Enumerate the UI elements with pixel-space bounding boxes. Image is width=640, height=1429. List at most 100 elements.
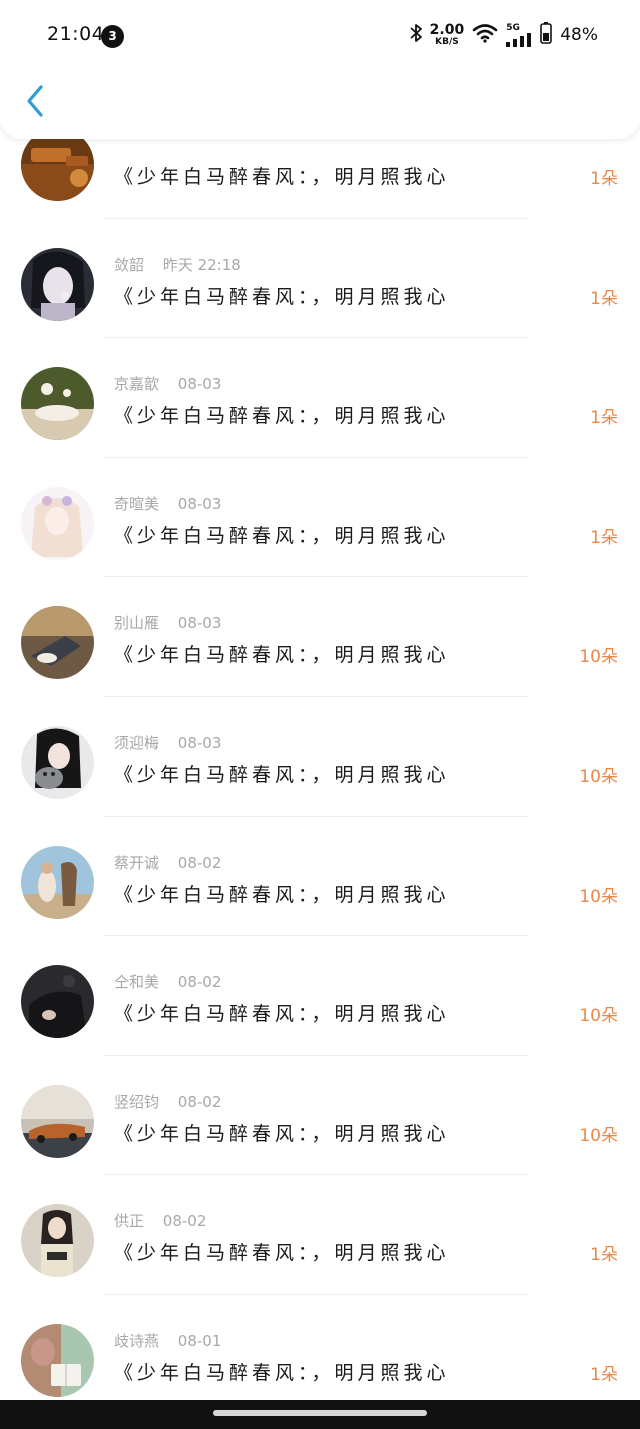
avatar[interactable]: [21, 1204, 94, 1278]
gift-amount: 1朵: [590, 169, 618, 189]
avatar[interactable]: [21, 1084, 94, 1158]
status-bar: 21:04 3 2.00 KB/S 5G 48%: [0, 0, 640, 70]
avatar[interactable]: [21, 367, 94, 441]
network-speed-value: 2.00: [429, 22, 465, 38]
sender-name: 蔡开诚: [114, 853, 160, 872]
row-divider: [104, 815, 528, 817]
row-divider: [104, 456, 528, 458]
send-time: 08-03: [177, 614, 222, 633]
row-meta: 供正 08-02: [114, 1210, 206, 1231]
avatar[interactable]: [21, 486, 94, 560]
gift-amount: 1朵: [590, 527, 618, 548]
avatar[interactable]: [21, 606, 94, 680]
battery-percent: 48%: [560, 25, 598, 45]
sender-name: 仝和美: [114, 973, 160, 992]
message-text: 《少年白马醉春风：，明月照我心: [114, 1003, 450, 1026]
wifi-icon: [472, 23, 498, 47]
network-speed: 2.00 KB/S: [430, 23, 465, 47]
message-text: 《少年白马醉春风：，明月照我心: [114, 763, 450, 786]
gift-amount: 1朵: [590, 1245, 618, 1266]
gift-amount: 1朵: [590, 288, 618, 309]
row-meta: 京嘉歆 08-03: [114, 373, 221, 394]
battery-icon: [540, 22, 553, 48]
send-time: 08-02: [177, 853, 222, 872]
row-divider: [104, 935, 528, 937]
send-time: 08-02: [177, 973, 222, 992]
message-text: 《少年白马醉春风：，明月照我心: [114, 1122, 450, 1145]
send-time: 08-01: [177, 1331, 222, 1350]
row-divider: [104, 1174, 528, 1176]
network-type-label: 5G: [506, 22, 520, 33]
message-text: 《少年白马醉春风：，明月照我心: [114, 405, 450, 428]
sender-name: 京嘉歆: [114, 375, 160, 394]
status-time: 21:04: [47, 23, 105, 45]
message-text: 《少年白马醉春风：，明月照我心: [114, 524, 450, 547]
chevron-left-icon: [25, 84, 45, 122]
notification-count-badge: 3: [101, 25, 124, 48]
list-item[interactable]: 竖绍钧 08-02 《少年白马醉春风：，明月照我心 10朵: [0, 1054, 640, 1175]
list-item[interactable]: 蔡开诚 08-02 《少年白马醉春风：，明月照我心 10朵: [0, 815, 640, 936]
list-item[interactable]: 别山雁 08-03 《少年白马醉春风：，明月照我心 10朵: [0, 576, 640, 696]
list-item[interactable]: 仝和美 08-02 《少年白马醉春风：，明月照我心 10朵: [0, 935, 640, 1055]
network-speed-unit: KB/S: [435, 37, 459, 47]
system-gesture-bar: [0, 1400, 640, 1429]
gift-amount: 10朵: [579, 1125, 618, 1146]
row-meta: 须迎梅 08-03: [114, 732, 221, 753]
sender-name: 竖绍钧: [114, 1092, 160, 1111]
sender-name: 奇暄美: [114, 494, 160, 513]
sender-name: 须迎梅: [114, 733, 160, 752]
sender-name: 歧诗燕: [114, 1331, 160, 1350]
row-divider: [104, 337, 528, 339]
back-button[interactable]: [18, 83, 52, 123]
cellular-signal-icon: 5G: [506, 22, 532, 47]
send-time: 08-03: [177, 733, 222, 752]
gift-amount: 10朵: [579, 1006, 618, 1027]
list-item[interactable]: 奇暄美 08-03 《少年白马醉春风：，明月照我心 1朵: [0, 456, 640, 577]
gift-amount: 10朵: [579, 766, 618, 787]
sender-name: 供正: [114, 1212, 145, 1231]
list-item[interactable]: 须迎梅 08-03 《少年白马醉春风：，明月照我心 10朵: [0, 695, 640, 816]
row-divider: [104, 576, 528, 578]
row-divider: [104, 695, 528, 697]
list-item[interactable]: 京嘉歆 08-03 《少年白马醉春风：，明月照我心 1朵: [0, 337, 640, 457]
sender-name: 敛韶: [114, 255, 145, 274]
sender-name: 别山雁: [114, 614, 160, 633]
avatar[interactable]: [21, 725, 94, 799]
message-text: 《少年白马醉春风：，明月照我心: [114, 1242, 450, 1265]
avatar[interactable]: [21, 845, 94, 919]
send-time: 08-02: [177, 1092, 222, 1111]
message-text: 《少年白马醉春风：，明月照我心: [114, 883, 450, 906]
gift-amount: 10朵: [579, 647, 618, 668]
gift-amount: 1朵: [590, 408, 618, 429]
row-meta: 蔡开诚 08-02: [114, 852, 221, 873]
gift-record-list: 《少年白马醉春风：，明月照我心 1朵 敛韶 昨天 22:18 《少年白马醉春风：…: [0, 98, 640, 1414]
row-divider: [104, 217, 528, 219]
row-meta: 敛韶 昨天 22:18: [114, 254, 241, 275]
row-meta: 歧诗燕 08-01: [114, 1330, 221, 1351]
send-time: 08-03: [177, 494, 222, 513]
send-time: 08-02: [162, 1212, 207, 1231]
gift-amount: 10朵: [579, 886, 618, 907]
bluetooth-icon: [410, 23, 422, 47]
row-meta: 竖绍钧 08-02: [114, 1091, 221, 1112]
row-divider: [104, 1054, 528, 1056]
message-text: 《少年白马醉春风：，明月照我心: [114, 285, 450, 308]
list-item[interactable]: 供正 08-02 《少年白马醉春风：，明月照我心 1朵: [0, 1174, 640, 1294]
row-meta: 仝和美 08-02: [114, 971, 221, 992]
row-meta: 别山雁 08-03: [114, 612, 221, 633]
list-item[interactable]: 歧诗燕 08-01 《少年白马醉春风：，明月照我心 1朵: [0, 1293, 640, 1414]
home-indicator[interactable]: [213, 1410, 427, 1416]
status-icons: 2.00 KB/S 5G 48%: [410, 22, 598, 48]
row-divider: [104, 1293, 528, 1295]
avatar[interactable]: [21, 247, 94, 321]
message-text: 《少年白马醉春风：，明月照我心: [114, 1361, 450, 1384]
avatar[interactable]: [21, 1323, 94, 1397]
row-meta: 奇暄美 08-03: [114, 493, 221, 514]
message-text: 《少年白马醉春风：，明月照我心: [114, 166, 450, 188]
gift-amount: 1朵: [590, 1364, 618, 1385]
send-time: 昨天 22:18: [162, 255, 241, 274]
list-item[interactable]: 敛韶 昨天 22:18 《少年白马醉春风：，明月照我心 1朵: [0, 217, 640, 338]
message-text: 《少年白马醉春风：，明月照我心: [114, 644, 450, 667]
avatar[interactable]: [21, 965, 94, 1039]
send-time: 08-03: [177, 375, 222, 394]
